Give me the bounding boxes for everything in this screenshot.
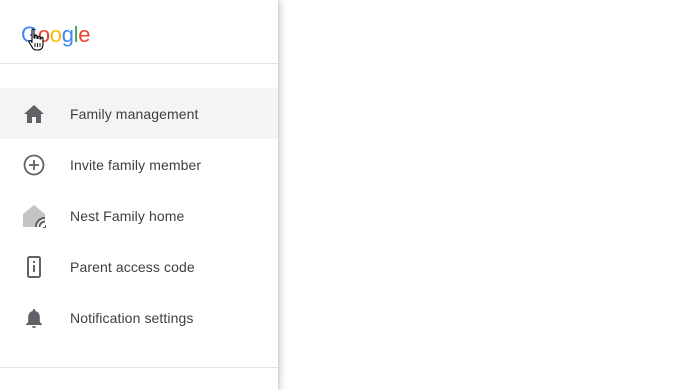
drawer-nav: Family management Invite family member N… (0, 88, 278, 343)
nav-item-label: Nest Family home (70, 207, 185, 224)
nav-item-label: Invite family member (70, 156, 202, 173)
main-content (278, 0, 680, 390)
nav-item-nest-family-home[interactable]: Nest Family home (0, 190, 278, 241)
phone-code-icon (22, 255, 46, 279)
nav-item-invite-family-member[interactable]: Invite family member (0, 139, 278, 190)
navigation-drawer: Google Family management Invite family m… (0, 0, 278, 390)
nav-item-family-management[interactable]: Family management (0, 88, 278, 139)
drawer-divider (0, 367, 278, 368)
nav-item-notification-settings[interactable]: Notification settings (0, 292, 278, 343)
nav-item-parent-access-code[interactable]: Parent access code (0, 241, 278, 292)
add-circle-icon (22, 153, 46, 177)
hand-pointer-icon (28, 28, 44, 51)
nest-home-icon (22, 204, 46, 228)
nav-item-label: Parent access code (70, 258, 195, 275)
nav-item-label: Family management (70, 105, 199, 122)
nav-item-label: Notification settings (70, 309, 194, 326)
drawer-header: Google (0, 0, 278, 64)
bell-icon (22, 306, 46, 330)
home-icon (22, 102, 46, 126)
